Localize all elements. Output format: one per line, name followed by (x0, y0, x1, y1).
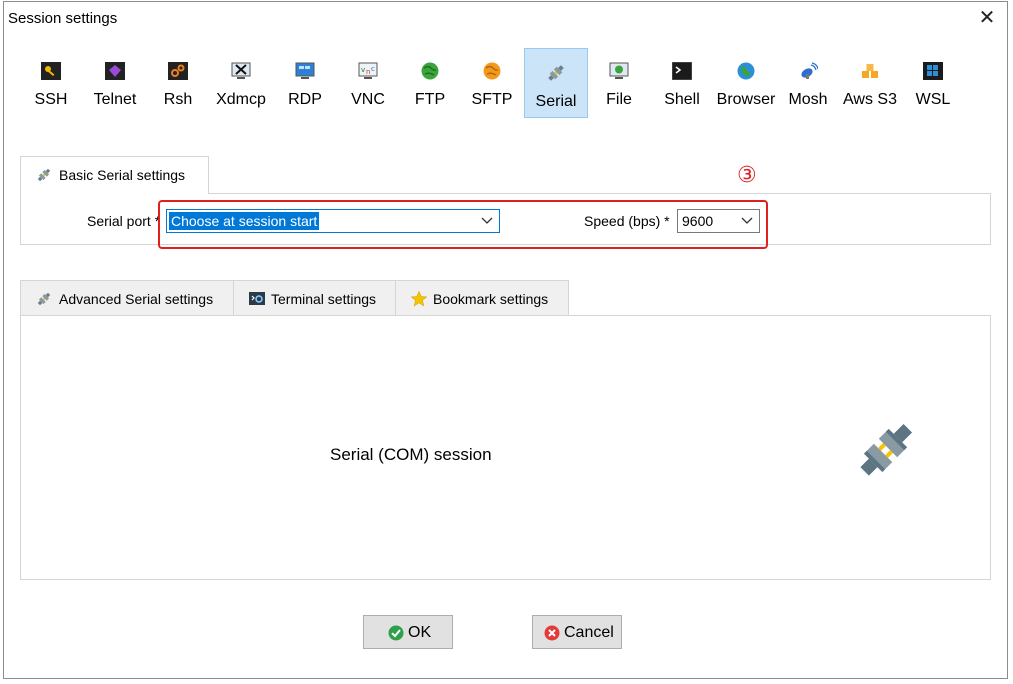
protocol-xdmcp[interactable]: Xdmcp (211, 48, 271, 118)
title-bar: Session settings ✕ (4, 2, 1007, 34)
star-icon (411, 291, 427, 307)
protocol-label: Mosh (788, 91, 828, 108)
rsh-icon (168, 62, 188, 80)
telnet-icon (105, 62, 125, 80)
browser-globe-icon (737, 62, 755, 80)
tab-bookmark-settings[interactable]: Bookmark settings (395, 280, 569, 316)
protocol-shell[interactable]: Shell (654, 48, 710, 118)
x-monitor-icon (231, 62, 251, 79)
protocol-file[interactable]: File (590, 48, 648, 118)
key-icon (41, 62, 61, 80)
protocol-sftp[interactable]: SFTP (463, 48, 521, 118)
satellite-icon (801, 62, 818, 79)
protocol-label: File (606, 91, 632, 108)
protocol-label: SSH (34, 91, 68, 108)
close-button[interactable]: ✕ (975, 6, 999, 30)
tab-terminal-settings[interactable]: Terminal settings (233, 280, 396, 316)
protocol-rdp[interactable]: RDP (276, 48, 334, 118)
protocol-label: RDP (288, 91, 322, 108)
protocol-ssh[interactable]: SSH (22, 48, 80, 118)
rdp-monitor-icon (295, 62, 315, 79)
protocol-telnet[interactable]: Telnet (85, 48, 145, 118)
ftp-globe-icon (421, 62, 439, 80)
serial-plug-icon (37, 292, 51, 306)
tab-advanced-serial-settings[interactable]: Advanced Serial settings (20, 280, 234, 316)
session-description-panel (20, 315, 991, 580)
windows-icon (923, 62, 943, 80)
svg-text:v: v (361, 66, 365, 74)
protocol-label: WSL (915, 91, 951, 108)
annotation-number: ③ (737, 162, 757, 187)
check-circle-icon (388, 625, 404, 641)
vnc-icon: vnc (358, 62, 378, 79)
serial-port-label: Serial port * (87, 213, 161, 229)
protocol-label: Aws S3 (843, 91, 897, 108)
file-monitor-icon (609, 62, 629, 79)
protocol-label: SFTP (471, 91, 513, 108)
svg-text:n: n (366, 68, 370, 76)
protocol-aws-s3[interactable]: Aws S3 (839, 48, 901, 118)
sftp-globe-icon (483, 62, 501, 80)
protocol-label: FTP (414, 91, 446, 108)
tab-label: Bookmark settings (433, 291, 549, 307)
ok-label: OK (408, 624, 432, 641)
serial-plug-icon (860, 423, 913, 476)
protocol-label: Xdmcp (216, 91, 266, 108)
cancel-label: Cancel (564, 624, 614, 641)
ok-button[interactable]: OK (363, 615, 453, 649)
protocol-label: Serial (535, 93, 577, 110)
tab-basic-serial-settings[interactable]: Basic Serial settings (20, 156, 209, 194)
cancel-button[interactable]: Cancel (532, 615, 622, 649)
serial-plug-icon (37, 168, 51, 182)
session-description: Serial (COM) session (330, 445, 492, 464)
close-icon: ✕ (978, 7, 996, 29)
protocol-label: Rsh (163, 91, 193, 108)
protocol-wsl[interactable]: WSL (906, 48, 960, 118)
terminal-settings-icon (249, 292, 265, 305)
protocol-mosh[interactable]: Mosh (780, 48, 836, 118)
window-title: Session settings (8, 10, 118, 27)
aws-cubes-icon (862, 64, 878, 78)
protocol-ftp[interactable]: FTP (402, 48, 458, 118)
terminal-icon (672, 62, 692, 80)
protocol-browser[interactable]: Browser (712, 48, 780, 118)
protocol-vnc[interactable]: vnc VNC (339, 48, 397, 118)
protocol-rsh[interactable]: Rsh (150, 48, 206, 118)
cancel-circle-icon (544, 625, 560, 641)
serial-plug-icon (548, 65, 564, 81)
annotation-highlight-box (158, 200, 768, 249)
tab-label: Advanced Serial settings (59, 291, 214, 307)
protocol-label: VNC (351, 91, 385, 108)
protocol-serial[interactable]: Serial (524, 48, 588, 118)
protocol-label: Shell (664, 91, 700, 108)
protocol-label: Telnet (93, 91, 137, 108)
protocol-label: Browser (716, 91, 776, 108)
tab-label: Terminal settings (271, 291, 377, 307)
svg-text:c: c (371, 65, 375, 73)
tab-label: Basic Serial settings (59, 167, 186, 183)
